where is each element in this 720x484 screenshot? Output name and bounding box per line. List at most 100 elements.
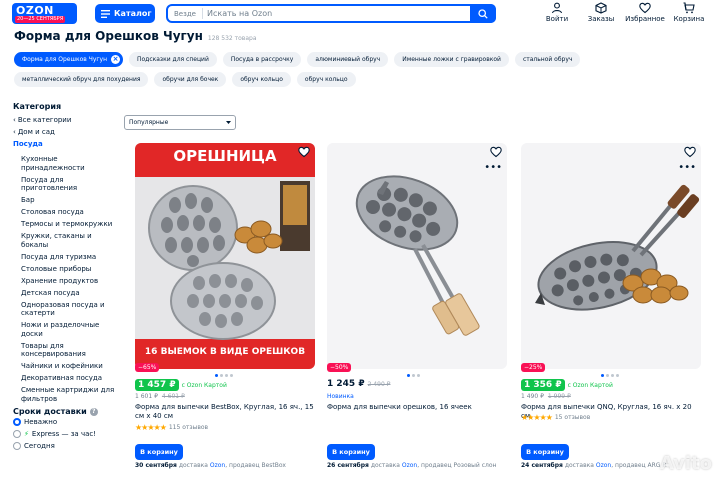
subcategory-item[interactable]: Сменные картриджи для фильтров — [21, 386, 118, 403]
delivery-info: 30 сентября доставка Ozon, продавец Best… — [135, 462, 320, 469]
login-label: Войти — [545, 15, 569, 23]
subcategory-item[interactable]: Ножи и разделочные доски — [21, 321, 118, 338]
chip-active[interactable]: Форма для Орешков Чугун × — [14, 52, 123, 67]
price-row: 1 356 ₽ с Ozon Картой — [521, 379, 613, 391]
chip[interactable]: стальной обруч — [514, 52, 581, 67]
lightning-icon: ⚡ — [24, 430, 29, 438]
subcategory-item[interactable]: Бар — [21, 196, 118, 205]
reviews-count: 15 отзывов — [554, 414, 591, 421]
delivery-option-express[interactable]: ⚡ Express — за час! — [13, 428, 118, 440]
sort-select[interactable]: Популярные — [124, 115, 236, 130]
back-link-label: Все категории — [17, 116, 72, 124]
pager-dot — [220, 374, 223, 377]
chip[interactable]: алюминиевый обруч — [307, 52, 389, 67]
subcategory-item[interactable]: Одноразовая посуда и скатерти — [21, 301, 118, 318]
cart-icon — [683, 2, 695, 14]
login-link[interactable]: Войти — [535, 2, 579, 23]
product-card[interactable]: ••• −25% 1 356 ₽ с Ozon Картой 1 490 ₽ 1… — [521, 143, 706, 469]
back-link-home-garden[interactable]: ‹ Дом и сад — [13, 126, 118, 138]
product-card[interactable]: ОРЕШНИЦА 16 ВЫЕМОК В ВИДЕ ОРЕШКОВ −65% 1… — [135, 143, 320, 469]
goods-count: 128 532 товара — [207, 35, 257, 42]
add-to-cart-button[interactable]: В корзину — [327, 444, 375, 460]
chip[interactable]: Подсказки для специй — [129, 52, 217, 67]
subcategory-item[interactable]: Чайники и кофейники — [21, 362, 118, 371]
subcategory-item[interactable]: Посуда для туризма — [21, 253, 118, 262]
close-icon[interactable]: × — [111, 55, 120, 64]
radio — [13, 430, 21, 438]
more-options-icon[interactable]: ••• — [484, 163, 502, 173]
product-image[interactable]: ••• — [521, 143, 701, 369]
seller-name[interactable]: , продавец Розовый слон — [417, 462, 496, 469]
seller-name[interactable]: , продавец ARG R — [611, 462, 666, 469]
add-to-cart-button[interactable]: В корзину — [135, 444, 183, 460]
orders-link[interactable]: Заказы — [579, 2, 623, 23]
product-name[interactable]: Форма для выпечки BestBox, Круглая, 16 я… — [135, 403, 315, 421]
chip[interactable]: обруч кольцо — [296, 72, 356, 87]
chip-label: Форма для Орешков Чугун — [22, 56, 107, 63]
product-image[interactable]: ••• — [327, 143, 507, 369]
header: OZON 20—25 СЕНТЯБРЯ Каталог Везде Войти … — [0, 0, 720, 28]
ozon-logo[interactable]: OZON 20—25 СЕНТЯБРЯ — [12, 3, 77, 24]
delivery-heading: Сроки доставки? — [13, 407, 118, 416]
image-pager[interactable] — [601, 374, 619, 377]
image-pager[interactable] — [215, 374, 233, 377]
card-price-label: с Ozon Картой — [181, 381, 227, 389]
subcategory-item[interactable]: Детская посуда — [21, 289, 118, 298]
reviews-count: 115 отзывов — [168, 424, 209, 431]
back-link-all-categories[interactable]: ‹ Все категории — [13, 114, 118, 126]
subcategory-list: Кухонные принадлежности Посуда для приго… — [13, 155, 118, 403]
discount-badge: −25% — [521, 363, 546, 372]
product-image[interactable]: ОРЕШНИЦА 16 ВЫЕМОК В ВИДЕ ОРЕШКОВ — [135, 143, 315, 369]
add-to-cart-button[interactable]: В корзину — [521, 444, 569, 460]
heart-icon[interactable] — [298, 146, 310, 158]
heart-icon[interactable] — [490, 146, 502, 158]
chip[interactable]: металлический обруч для похудения — [14, 72, 149, 87]
pager-dot — [417, 374, 420, 377]
delivery-info: 26 сентября доставка Ozon, продавец Розо… — [327, 462, 512, 469]
subcategory-item[interactable]: Декоративная посуда — [21, 374, 118, 383]
search-button[interactable] — [470, 4, 496, 23]
info-icon[interactable]: ? — [89, 407, 98, 416]
product-name[interactable]: Форма для выпечки орешков, 16 ячеек — [327, 403, 507, 412]
pager-dot — [412, 374, 415, 377]
subcategory-item[interactable]: Посуда для приготовления — [21, 176, 118, 193]
delivery-option-label: Неважно — [24, 418, 58, 426]
favorites-link[interactable]: Избранное — [623, 2, 667, 23]
rating-row[interactable]: ★★★★★ 115 отзывов — [135, 423, 208, 432]
subcategory-item[interactable]: Кружки, стаканы и бокалы — [21, 232, 118, 249]
cart-link[interactable]: Корзина — [667, 2, 711, 23]
pager-dot — [225, 374, 228, 377]
subcategory-item[interactable]: Столовые приборы — [21, 265, 118, 274]
subcategory-item[interactable]: Хранение продуктов — [21, 277, 118, 286]
subcategory-item[interactable]: Кухонные принадлежности — [21, 155, 118, 172]
header-nav: Войти Заказы Избранное Корзина — [535, 2, 711, 23]
sidebar-filters: Категория ‹ Все категории ‹ Дом и сад Посу… — [13, 102, 118, 452]
catalog-button[interactable]: Каталог — [95, 4, 155, 23]
image-pager[interactable] — [407, 374, 420, 377]
chip[interactable]: Именные ложки с гравировкой — [394, 52, 509, 67]
chip-label: обручи для бочек — [162, 76, 219, 83]
subcategory-item[interactable]: Столовая посуда — [21, 208, 118, 217]
product-card[interactable]: ••• −50% 1 245 ₽ 2 490 ₽ Новинка Форма д… — [327, 143, 512, 469]
delivery-option-any[interactable]: Неважно — [13, 416, 118, 428]
chip-label: обруч кольцо — [240, 76, 283, 83]
more-options-icon[interactable]: ••• — [678, 163, 696, 173]
seller-name[interactable]: , продавец BestBox — [225, 462, 286, 469]
chevron-left-icon: ‹ — [13, 116, 16, 124]
delivery-option-today[interactable]: Сегодня — [13, 440, 118, 452]
delivery-option-label: Сегодня — [24, 442, 55, 450]
subcategory-item[interactable]: Товары для консервирования — [21, 342, 118, 359]
current-category[interactable]: Посуда — [13, 140, 118, 152]
pager-dot — [606, 374, 609, 377]
favorites-label: Избранное — [625, 15, 665, 23]
chip[interactable]: обруч кольцо — [232, 72, 291, 87]
chip[interactable]: Посуда в рассрочку — [222, 52, 302, 67]
search-scope-select[interactable]: Везде — [168, 10, 202, 18]
search-icon — [478, 8, 488, 19]
subcategory-item[interactable]: Термосы и термокружки — [21, 220, 118, 229]
chip[interactable]: обручи для бочек — [154, 72, 227, 87]
search-input[interactable] — [203, 9, 470, 18]
heart-icon[interactable] — [684, 146, 696, 158]
rating-row[interactable]: ★★★★★ 15 отзывов — [521, 413, 590, 422]
chevron-left-icon: ‹ — [13, 128, 16, 136]
